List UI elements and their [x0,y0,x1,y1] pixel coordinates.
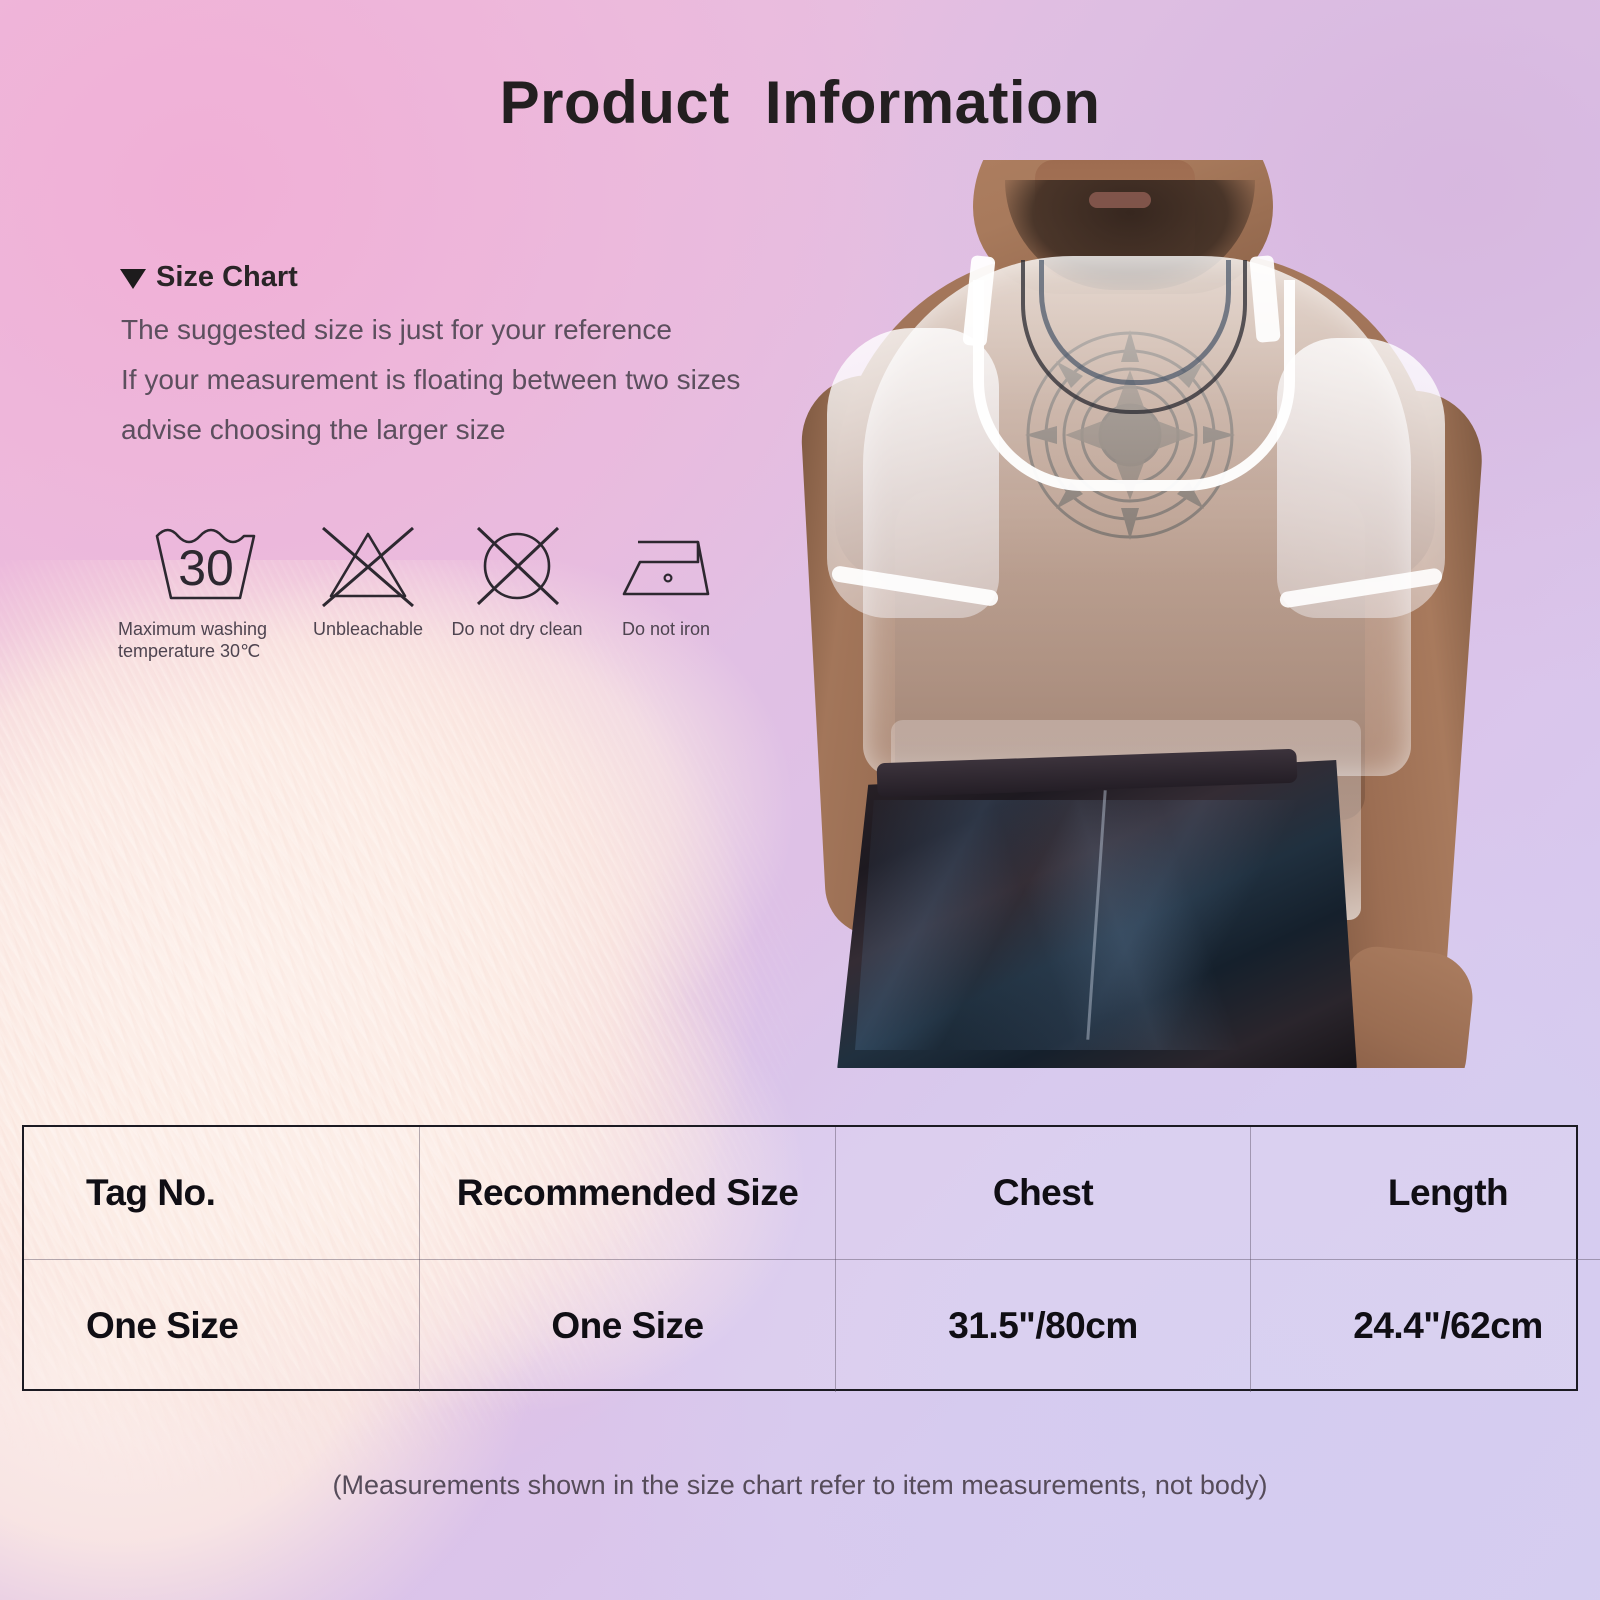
svg-text:30: 30 [178,540,234,596]
description-line: The suggested size is just for your refe… [121,314,672,345]
care-item-iron: Do not iron [591,516,741,640]
model-lips [1089,192,1151,208]
care-item-dry-clean: Do not dry clean [443,516,591,640]
care-label-bleach: Unbleachable [312,619,424,639]
size-chart-table: Tag No. Recommended Size Chest Length On… [22,1125,1600,1392]
no-bleach-icon [313,516,423,612]
table-header-cell: Length [1250,1127,1600,1260]
model-photo [705,160,1540,1068]
size-chart-label: Size Chart [156,261,298,293]
table-header-row: Tag No. Recommended Size Chest Length [24,1127,1600,1260]
description-line: advise choosing the larger size [121,414,506,445]
care-label-iron: Do not iron [621,619,711,639]
table-header-cell: Chest [835,1127,1251,1260]
care-label-wash: Maximum washing temperature 30℃ [118,619,268,661]
table-row: One Size One Size 31.5"/80cm 24.4"/62cm [24,1259,1600,1392]
table-header-cell: Recommended Size [419,1127,836,1260]
table-header-cell: Tag No. [24,1127,420,1260]
no-iron-icon [610,516,722,612]
wash-tub-30-icon: 30 [141,516,271,612]
triangle-down-icon [120,269,146,289]
care-item-bleach: Unbleachable [293,516,443,640]
page-title: Product Information [499,69,1101,136]
measurements-footnote: (Measurements shown in the size chart re… [332,1470,1268,1500]
care-item-wash: 30 Maximum washing temperature 30℃ [118,516,293,662]
no-dry-clean-icon [462,516,572,612]
table-cell-chest: 31.5"/80cm [835,1259,1251,1392]
size-chart-heading: Size Chart [120,261,298,294]
table-cell-recommended-size: One Size [419,1259,836,1392]
table-cell-length: 24.4"/62cm [1353,1305,1543,1346]
description-line: If your measurement is floating between … [121,364,741,395]
care-label-dry-clean: Do not dry clean [451,619,583,639]
size-chart-description: The suggested size is just for your refe… [121,313,881,463]
product-information-page: Product Information Size Chart The sugge… [0,0,1600,1600]
table-cell-tag-no: One Size [24,1259,420,1392]
care-instructions-row: 30 Maximum washing temperature 30℃ Unble… [118,516,741,662]
